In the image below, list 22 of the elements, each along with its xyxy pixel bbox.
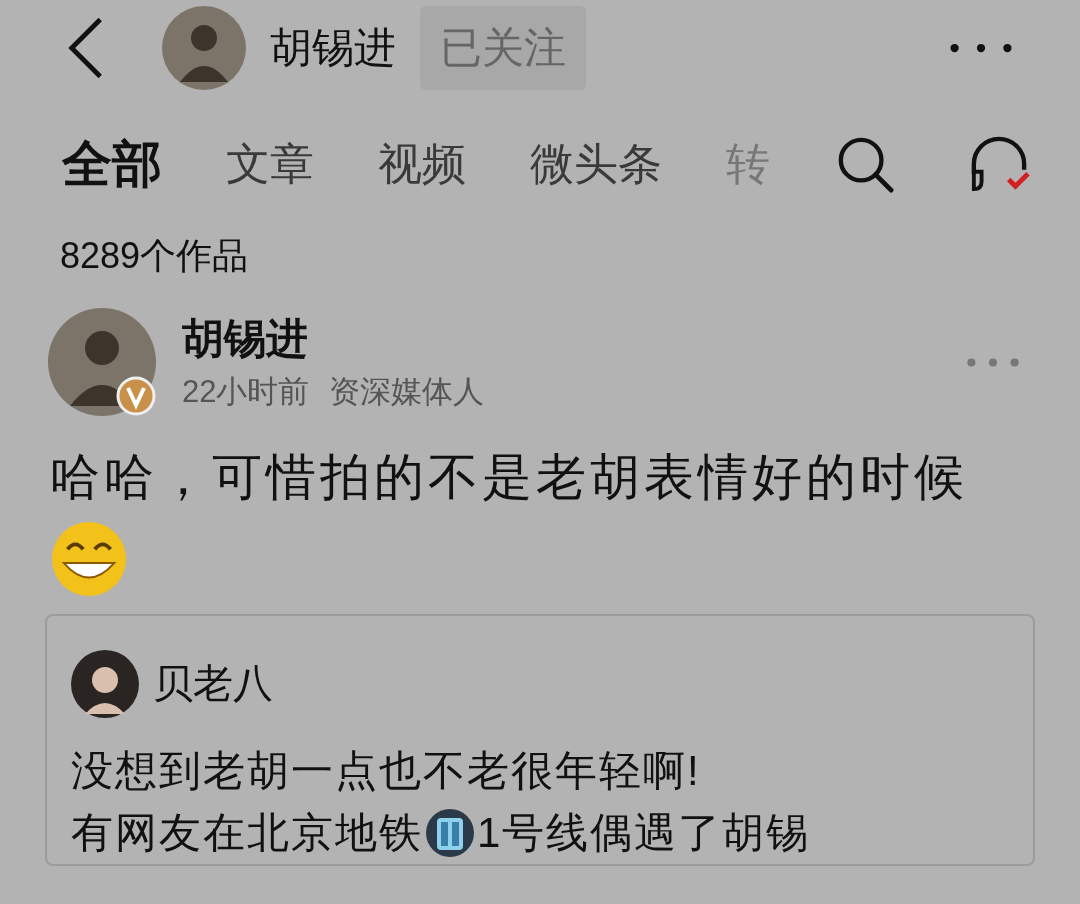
search-icon[interactable] bbox=[836, 135, 894, 193]
quoted-text: 没想到老胡一点也不老很年轻啊! bbox=[71, 745, 702, 796]
account-name: 胡锡进 bbox=[270, 23, 396, 73]
post-time: 22小时前 bbox=[182, 373, 310, 411]
quoted-author-name[interactable]: 贝老八 bbox=[153, 656, 273, 712]
author-title: 资深媒体人 bbox=[329, 373, 485, 411]
subway-icon bbox=[425, 807, 475, 858]
quoted-text: 有网友在北京地铁 bbox=[71, 807, 423, 858]
back-icon[interactable] bbox=[66, 17, 104, 79]
quoted-post-card[interactable]: 贝老八 没想到老胡一点也不老很年轻啊! 有网友在北京地铁 1号线偶遇了胡锡 bbox=[45, 613, 1035, 866]
quoted-text: 1号线偶遇了胡锡 bbox=[477, 807, 811, 858]
more-icon[interactable] bbox=[948, 41, 1014, 55]
grinning-emoji-icon bbox=[50, 519, 128, 598]
avatar[interactable] bbox=[71, 649, 139, 718]
tab[interactable]: 全部 bbox=[62, 130, 162, 198]
works-count: 8289个作品 bbox=[59, 234, 250, 278]
tab[interactable]: 微头条 bbox=[530, 130, 662, 198]
tab[interactable]: 文章 bbox=[226, 130, 314, 198]
author-name[interactable]: 胡锡进 bbox=[182, 311, 485, 367]
avatar[interactable] bbox=[162, 6, 246, 90]
post-text: 哈哈，可惜拍的不是老胡表情好的时候 bbox=[50, 449, 968, 505]
tab[interactable]: 视频 bbox=[378, 130, 466, 198]
